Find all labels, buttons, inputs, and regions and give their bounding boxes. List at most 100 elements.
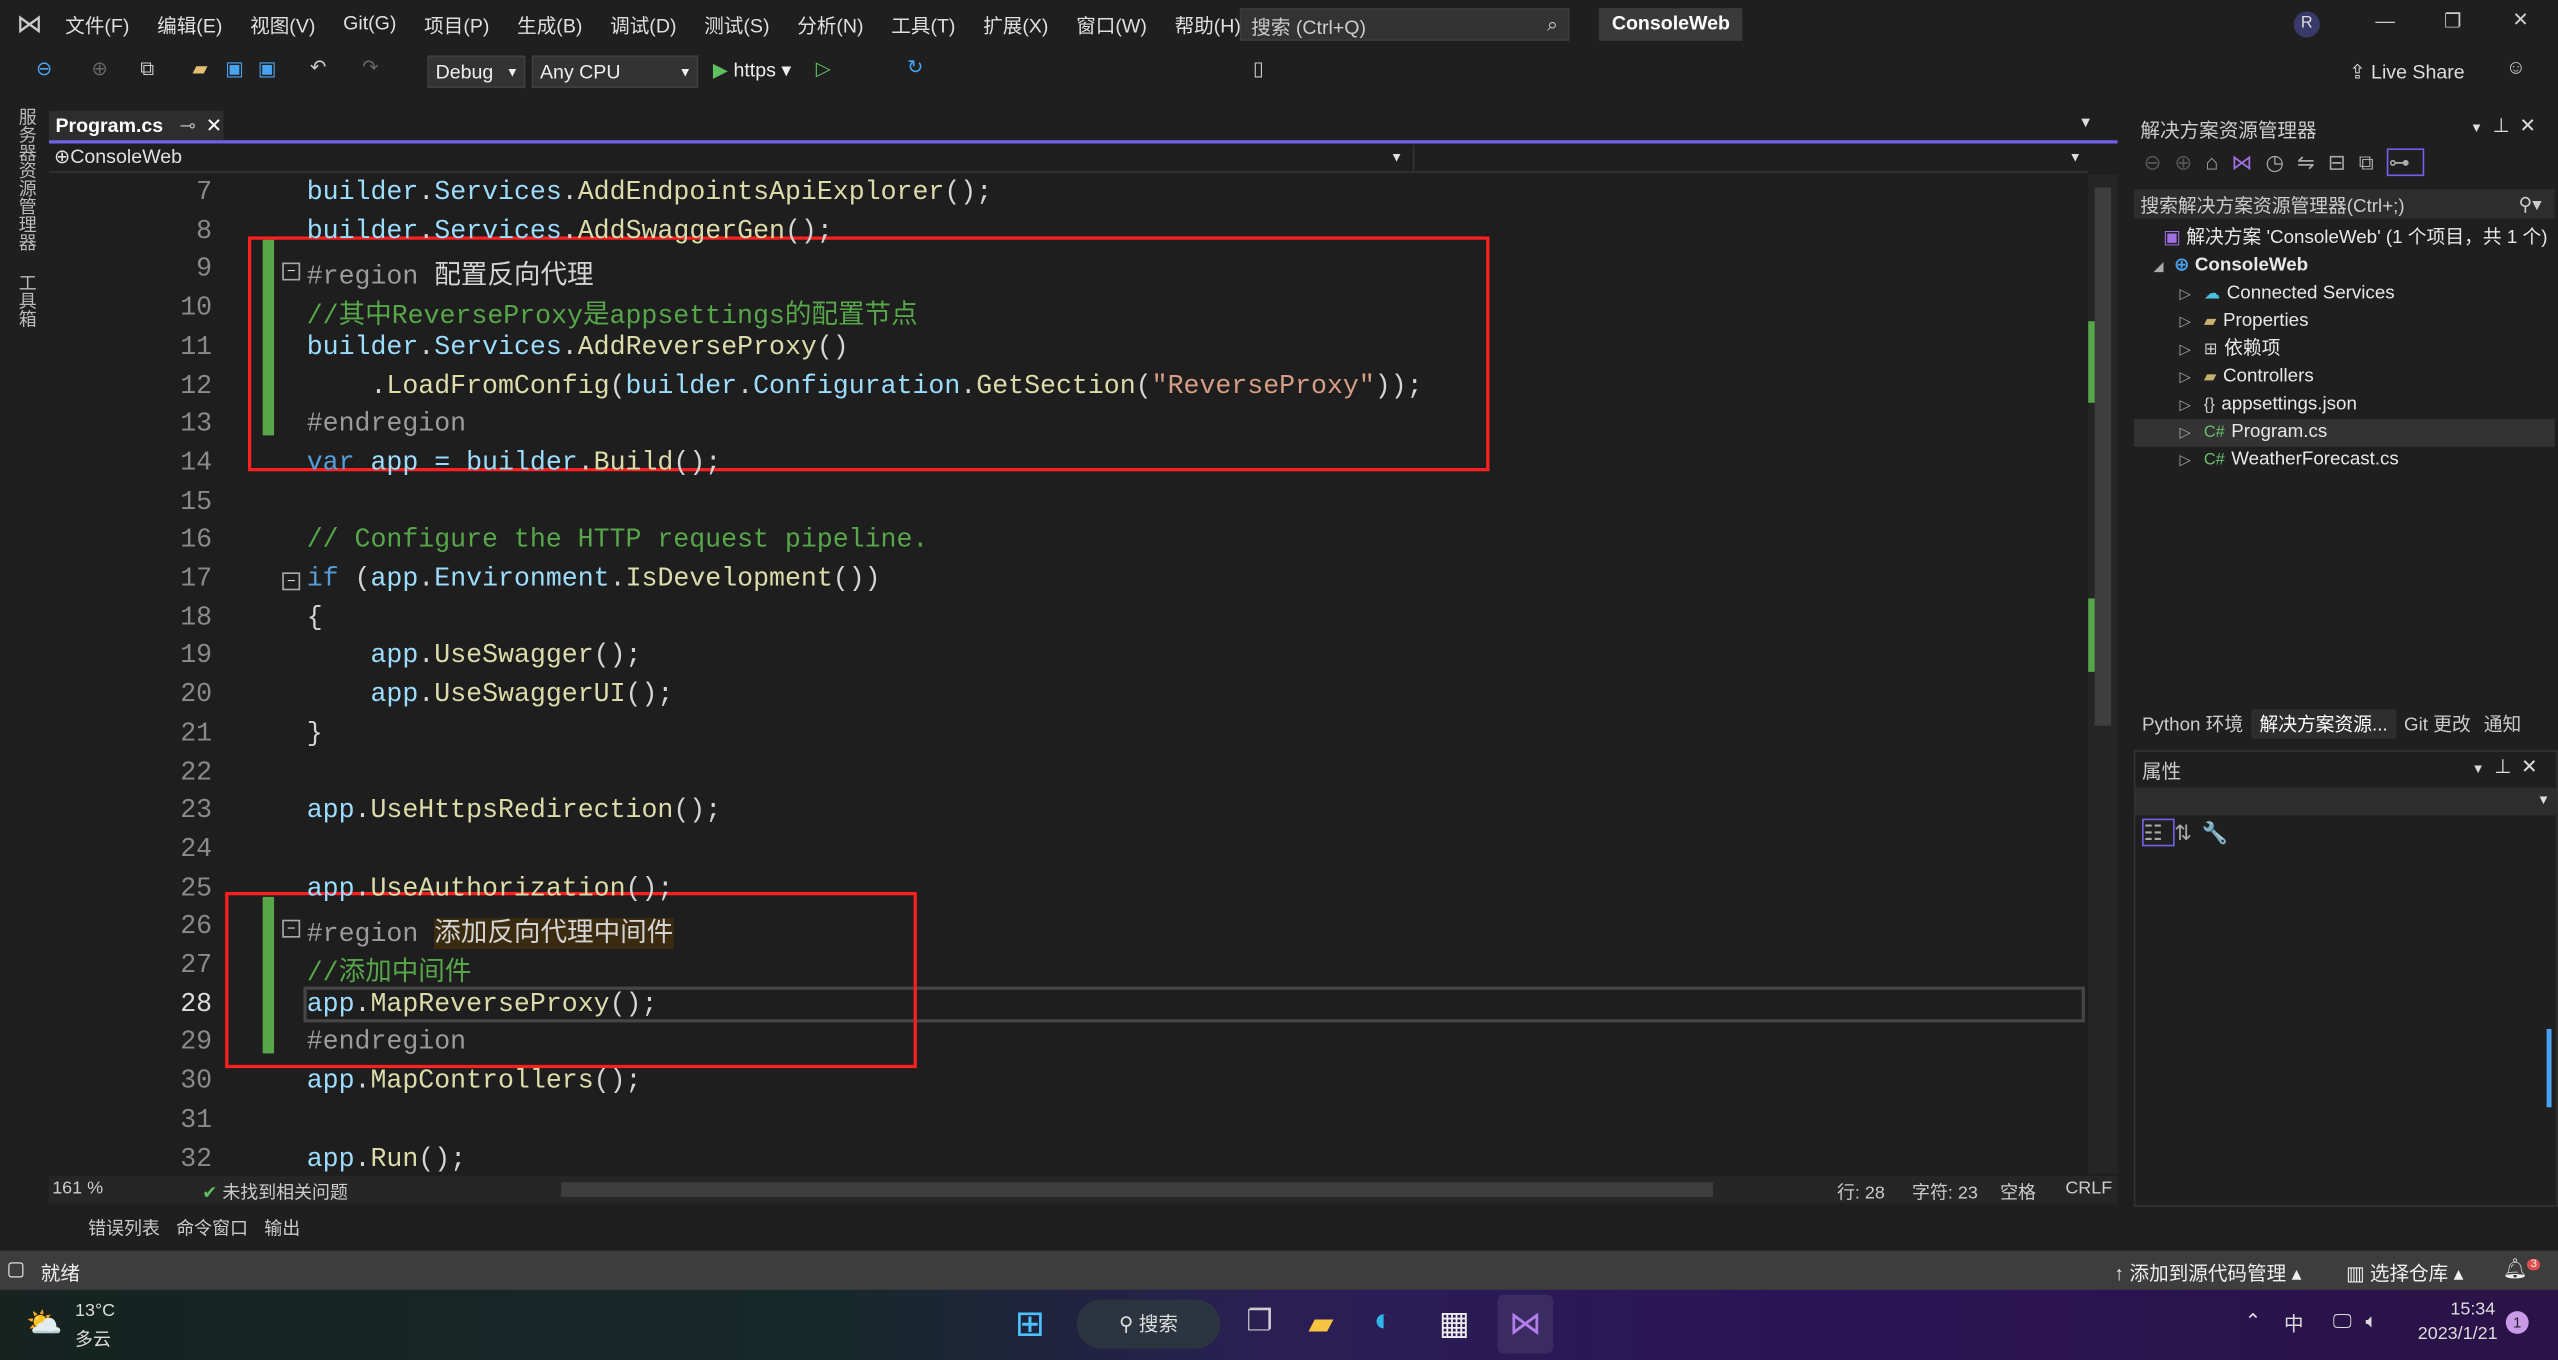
issues-status[interactable]: ✔ 未找到相关问题 — [202, 1179, 348, 1205]
weather-icon[interactable]: ⛅ — [26, 1306, 63, 1340]
tab-git-changes[interactable]: Git 更改 — [2396, 709, 2479, 738]
tab-solution-explorer[interactable]: 解决方案资源... — [2251, 709, 2396, 739]
feedback-icon[interactable]: ☺ — [2506, 55, 2526, 78]
code-line[interactable]: builder.Services.AddEndpointsApiExplorer… — [307, 176, 992, 207]
code-line[interactable]: { — [307, 601, 323, 632]
server-explorer-tab[interactable]: 服务器资源管理器 — [13, 108, 39, 252]
collapsed-arrow-icon[interactable]: ▷ — [2180, 396, 2191, 412]
tab-output[interactable]: 输出 — [264, 1215, 300, 1241]
live-share-button[interactable]: ⇪ Live Share — [2349, 60, 2464, 83]
whitespace-status[interactable]: 空格 — [2000, 1179, 2036, 1205]
fold-collapse-icon[interactable]: − — [282, 263, 301, 282]
collapsed-arrow-icon[interactable]: ▷ — [2180, 452, 2191, 468]
tree-item[interactable]: ▷ C# WeatherForecast.cs — [2134, 447, 2555, 475]
code-line[interactable]: app.UseSwagger(); — [307, 640, 641, 671]
code-line[interactable]: app.UseHttpsRedirection(); — [307, 794, 721, 825]
alphabetical-icon[interactable]: ⇅ — [2174, 820, 2202, 844]
tree-item[interactable]: ▷ {} appsettings.json — [2134, 391, 2555, 419]
tree-item[interactable]: ▷ ☁ Connected Services — [2134, 280, 2555, 308]
code-line[interactable]: var app = builder.Build(); — [307, 447, 722, 478]
object-dropdown[interactable]: ▼ — [2135, 787, 2557, 816]
menu-item[interactable]: 文件(F) — [65, 11, 129, 39]
project-dropdown[interactable]: ⊕ConsoleWeb ▼ — [49, 145, 1406, 171]
code-line[interactable]: app.Run(); — [307, 1142, 466, 1173]
code-line[interactable]: #endregion — [307, 1026, 466, 1057]
close-icon[interactable]: ✕ — [2521, 755, 2547, 778]
tree-solution[interactable]: ▣ 解决方案 'ConsoleWeb' (1 个项目，共 1 个) — [2134, 225, 2555, 253]
code-line[interactable]: #region 添加反向代理中间件 — [307, 910, 673, 950]
open-icon[interactable]: ▰ — [193, 57, 208, 80]
save-all-icon[interactable]: ▣ — [258, 57, 277, 80]
show-all-files-icon[interactable]: ⧉ — [2359, 150, 2387, 174]
tab-program-cs[interactable]: Program.cs ⊸ ✕ — [48, 110, 224, 141]
horizontal-scrollbar[interactable] — [561, 1182, 1713, 1197]
dropdown-icon[interactable]: ▼ — [2472, 762, 2495, 777]
platform-dropdown[interactable]: Any CPU ▼ — [531, 55, 699, 89]
vertical-scrollbar[interactable] — [2088, 174, 2118, 1175]
account-avatar[interactable]: R — [2293, 11, 2320, 38]
collapsed-arrow-icon[interactable]: ▷ — [2180, 424, 2191, 440]
pin-icon[interactable]: ⊥ — [2493, 114, 2520, 137]
redo-icon[interactable]: ↷ — [362, 55, 378, 78]
notifications-bell-icon[interactable]: 🔔︎ 3 — [2503, 1257, 2541, 1280]
collapsed-arrow-icon[interactable]: ▷ — [2180, 285, 2191, 301]
code-line[interactable]: app.MapControllers(); — [307, 1065, 642, 1096]
code-line[interactable]: .LoadFromConfig(builder.Configuration.Ge… — [307, 369, 1422, 400]
pending-changes-icon[interactable]: ◷ — [2265, 150, 2297, 174]
file-explorer-icon[interactable]: ▰ — [1308, 1303, 1333, 1344]
back-icon[interactable]: ⊖ — [36, 57, 52, 80]
select-repository[interactable]: ▥ 选择仓库 ▴ — [2346, 1259, 2464, 1287]
ime-indicator[interactable]: 中 — [2284, 1309, 2304, 1337]
minimize-button[interactable]: — — [2375, 10, 2395, 33]
menu-item[interactable]: 扩展(X) — [983, 11, 1048, 39]
clock-time[interactable]: 15:34 — [2450, 1300, 2495, 1320]
menu-item[interactable]: 窗口(W) — [1076, 11, 1147, 39]
tree-item[interactable]: ▷ C# Program.cs — [2133, 419, 2555, 447]
zoom-level[interactable]: 161 % — [52, 1179, 103, 1199]
code-line[interactable]: if (app.Environment.IsDevelopment()) — [307, 563, 881, 594]
forward-icon[interactable]: ⊕ — [2175, 150, 2206, 174]
menu-item[interactable]: 视图(V) — [250, 11, 315, 39]
network-icon[interactable]: 🖵︎ — [2333, 1309, 2352, 1333]
code-line[interactable]: } — [307, 717, 323, 748]
track-active-icon[interactable]: ⊶ — [2386, 148, 2425, 177]
refresh-icon[interactable]: ↻ — [907, 55, 923, 78]
volume-icon[interactable]: 🔈︎ — [2366, 1309, 2378, 1333]
code-line[interactable]: app.UseAuthorization(); — [307, 872, 674, 903]
scroll-thumb[interactable] — [2094, 187, 2112, 726]
tree-item[interactable]: ▷ ⊞ 依赖项 — [2134, 336, 2555, 364]
restore-button[interactable]: ❐ — [2444, 10, 2462, 33]
home-icon[interactable]: ⌂ — [2205, 150, 2231, 174]
code-line[interactable]: //添加中间件 — [307, 949, 472, 988]
notification-badge[interactable]: 1 — [2505, 1311, 2529, 1334]
task-view-icon[interactable]: ❐ — [1246, 1305, 1272, 1339]
collapsed-arrow-icon[interactable]: ▷ — [2180, 313, 2191, 329]
menu-item[interactable]: 调试(D) — [610, 11, 676, 39]
undo-icon[interactable]: ↶ — [310, 55, 326, 78]
eol-status[interactable]: CRLF — [2065, 1179, 2112, 1199]
sync-icon[interactable]: ⇋ — [2297, 150, 2328, 174]
code-line[interactable]: app.UseSwaggerUI(); — [307, 679, 673, 710]
type-dropdown[interactable]: ▼ — [1412, 145, 2085, 172]
bookmark-icon[interactable]: ▯ — [1253, 57, 1264, 80]
save-icon[interactable]: ▣ — [225, 57, 244, 80]
add-to-source-control[interactable]: ↑ 添加到源代码管理 ▴ — [2114, 1259, 2301, 1287]
search-input[interactable]: 搜索 (Ctrl+Q) ⌕ — [1239, 8, 1570, 41]
weather-temp[interactable]: 13°C — [75, 1301, 115, 1321]
configuration-dropdown[interactable]: Debug ▼ — [427, 55, 526, 89]
tree-item[interactable]: ▷ ▰ Controllers — [2134, 364, 2555, 392]
dropdown-icon[interactable]: ▼ — [2470, 121, 2493, 136]
menu-item[interactable]: 编辑(E) — [157, 11, 222, 39]
switch-views-icon[interactable]: ⋈ — [2231, 150, 2265, 174]
menu-item[interactable]: 生成(B) — [517, 11, 582, 39]
expanded-arrow-icon[interactable]: ◢ — [2153, 259, 2163, 274]
pin-icon[interactable]: ⊸ — [180, 114, 196, 137]
tree-project[interactable]: ◢ ⊕ ConsoleWeb — [2134, 253, 2555, 281]
code-line[interactable]: app.MapReverseProxy(); — [307, 988, 658, 1019]
code-line[interactable]: //其中ReverseProxy是appsettings的配置节点 — [307, 292, 918, 331]
menu-item[interactable]: 测试(S) — [704, 11, 769, 39]
tab-command-window[interactable]: 命令窗口 — [176, 1215, 248, 1241]
tab-overflow-icon[interactable]: ▼ — [2078, 114, 2093, 130]
forward-icon[interactable]: ⊕ — [91, 57, 107, 80]
start-button-icon[interactable]: ⊞ — [1015, 1303, 1045, 1345]
